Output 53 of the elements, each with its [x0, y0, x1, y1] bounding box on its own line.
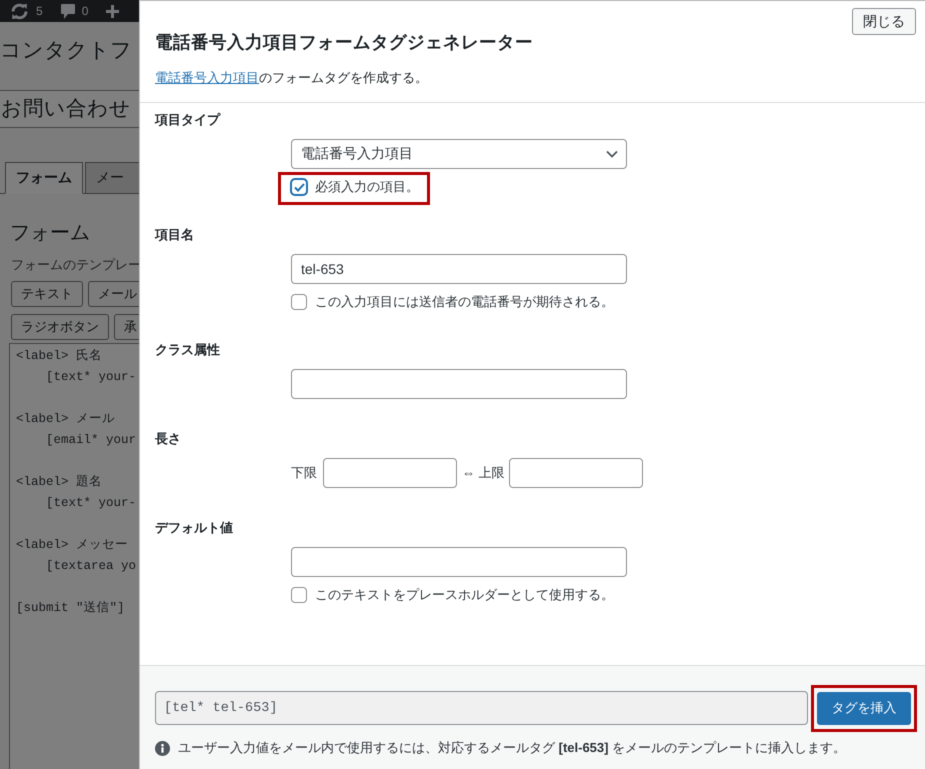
code-line: [email* your — [46, 432, 136, 449]
close-button[interactable]: 閉じる — [852, 8, 916, 35]
text-field[interactable]: tel-653 — [291, 254, 627, 284]
dialog-title: 電話番号入力項目フォームタグジェネレーター — [155, 31, 533, 53]
info-note: ユーザー入力値をメール内で使用するには、対応するメールタグ [tel-653] をメールのテンプレートに挿入します。 — [178, 739, 846, 757]
max-length-field[interactable] — [508, 458, 643, 488]
min-label: 下限 — [291, 464, 317, 482]
plus-icon[interactable] — [106, 4, 120, 18]
type-select[interactable]: 電話番号入力項目 — [291, 139, 627, 169]
checkbox-label: 必須入力の項目。 — [315, 179, 419, 195]
form-title-field[interactable]: お問い合わせ — [0, 90, 140, 128]
tag-code-field[interactable]: [tel* tel-653] — [155, 691, 808, 725]
text-field[interactable] — [291, 369, 627, 399]
code-line: [textarea yo — [46, 558, 136, 575]
field-label: デフォルト値 — [155, 519, 233, 537]
page-title: コンタクトフ — [0, 38, 132, 64]
text-field[interactable] — [291, 547, 627, 577]
field-label: 長さ — [155, 430, 181, 448]
chevron-down-icon — [606, 150, 618, 158]
field-label: クラス属性 — [155, 341, 220, 359]
code-line: [text* your- — [46, 369, 136, 386]
tag-button[interactable]: テキスト — [11, 281, 83, 307]
tag-button[interactable]: メール — [88, 281, 140, 307]
checkbox[interactable] — [291, 294, 307, 310]
code-line: <label> 氏名 — [16, 348, 102, 365]
code-line: <label> 題名 — [16, 474, 102, 491]
code-line: [submit "送信"] — [16, 600, 125, 617]
field-label: 項目名 — [155, 226, 194, 244]
count-label: 5 — [36, 4, 43, 18]
checkbox-label: このテキストをプレースホルダーとして使用する。 — [315, 587, 614, 603]
tab[interactable]: メー — [85, 162, 140, 194]
tab[interactable]: フォーム — [5, 162, 83, 194]
intro-text: 電話番号入力項目 のフォームタグを作成する。 — [155, 69, 428, 87]
refresh-icon[interactable] — [10, 2, 29, 20]
comment-bubble-icon[interactable] — [60, 4, 75, 18]
section-title: フォーム — [10, 221, 90, 246]
code-line: <label> メール — [16, 411, 116, 428]
tag-button[interactable]: ラジオボタン — [11, 314, 109, 340]
max-label: ⇔ 上限 — [462, 464, 505, 482]
tag-button[interactable]: 承 — [114, 314, 140, 340]
code-line: <label> メッセー — [16, 537, 128, 554]
checkmark-icon — [294, 182, 304, 192]
min-length-field[interactable] — [323, 458, 457, 488]
checkbox-label: この入力項目には送信者の電話番号が期待される。 — [315, 294, 614, 310]
template-editor[interactable]: <label> 氏名 [text* your- <label> メール [email* your <label> 題名 [text* your- <label> メッセー [textarea yo [submit "送信"] — [9, 343, 140, 769]
info-icon — [155, 740, 170, 756]
checkbox[interactable] — [291, 587, 307, 603]
checkbox[interactable] — [291, 179, 307, 195]
code-line: [text* your- — [46, 495, 136, 512]
field-label: 項目タイプ — [155, 111, 220, 129]
insert-tag-button[interactable]: タグを挿入 — [817, 692, 911, 724]
field-type-link[interactable]: 電話番号入力項目 — [155, 70, 259, 85]
count-label: 0 — [82, 4, 88, 18]
